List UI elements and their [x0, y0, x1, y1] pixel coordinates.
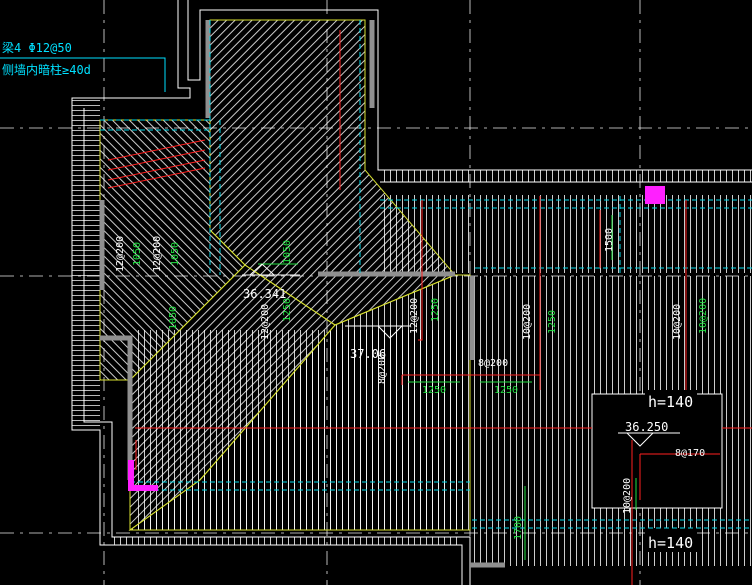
bottom-wall-band	[112, 537, 462, 545]
dim-label: 1700	[513, 516, 524, 540]
dim-label-1500: 1500	[604, 228, 615, 252]
elevation-peak: 36.341	[243, 287, 286, 301]
dim-label: 1050	[132, 242, 143, 266]
left-wall-band	[72, 98, 100, 430]
rebar-label: 8@170	[675, 448, 705, 459]
rebar-label: 8@200	[377, 354, 388, 384]
cad-drawing-canvas: 梁4 Φ12@50 侧墙内暗柱≥40d 36.341 37.06 36.250 …	[0, 0, 752, 585]
dim-label: 1250	[282, 298, 293, 322]
dim-label: 1250	[422, 385, 446, 396]
slab-thickness-lower: h=140	[648, 534, 693, 552]
dim-label: 1250	[430, 298, 441, 322]
rebar-label: 10@200	[672, 304, 683, 340]
note-line-1: 梁4 Φ12@50	[2, 40, 72, 55]
dim-label: 1250	[547, 310, 558, 334]
dim-label-box: 10@200	[698, 298, 709, 334]
rebar-label: 10@200	[522, 304, 533, 340]
rebar-label: 12@200	[115, 236, 126, 272]
dim-label: 1050	[168, 306, 179, 330]
dim-label: 1050	[170, 242, 181, 266]
elevation-box: 36.250	[625, 420, 668, 434]
dim-label: 1050	[282, 240, 293, 264]
rebar-label: 12@200	[152, 236, 163, 272]
rebar-label: 8@200	[478, 358, 508, 369]
rebar-label: 12@200	[260, 304, 271, 340]
magenta-column-marker	[645, 186, 665, 204]
dim-label: 1250	[494, 385, 518, 396]
note-line-2: 侧墙内暗柱≥40d	[2, 62, 91, 77]
rebar-label: 10@200	[622, 478, 633, 514]
top-wall-band	[380, 170, 752, 182]
slab-thickness-upper: h=140	[648, 393, 693, 411]
rebar-label: 12@200	[409, 298, 420, 334]
